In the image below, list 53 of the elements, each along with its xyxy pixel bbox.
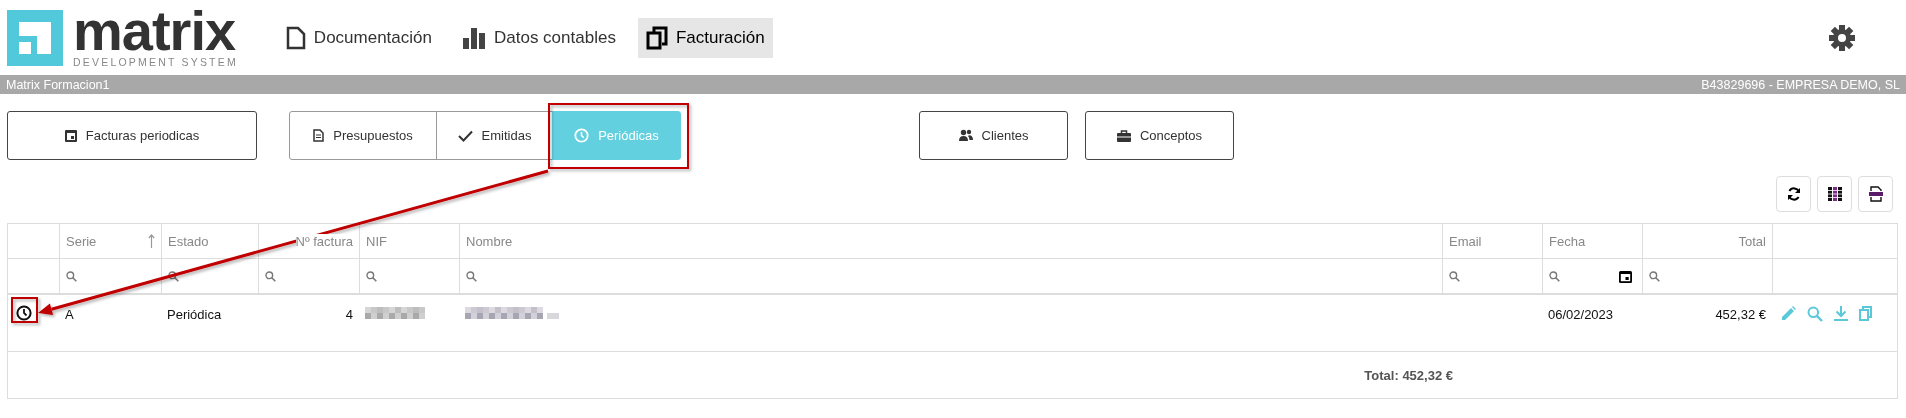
periodic-invoices-button[interactable]: Facturas periodicas (7, 111, 257, 160)
download-icon[interactable] (1834, 306, 1848, 321)
refresh-icon (1786, 187, 1801, 201)
company-name: B43829696 - EMPRESA DEMO, SL (1701, 77, 1900, 92)
grand-total: Total: 452,32 € (1364, 367, 1453, 383)
calendar-icon[interactable] (1619, 269, 1632, 283)
columns-button[interactable] (1817, 176, 1852, 212)
document-icon (313, 129, 325, 142)
search-icon (168, 270, 179, 282)
columns-icon (1827, 187, 1842, 201)
spreadsheet-file-icon (1867, 186, 1884, 202)
table-cell: 4 (345, 307, 353, 322)
table-cell: 06/02/2023 (1548, 307, 1614, 322)
nav-tab[interactable]: Datos contables (454, 17, 624, 58)
table-cell: 452,32 € (1715, 307, 1766, 322)
clients-button[interactable]: Clientes (919, 111, 1068, 160)
excel-export-button[interactable] (1858, 176, 1893, 212)
highlight-frame (11, 297, 38, 323)
clock-icon (574, 128, 590, 143)
search-icon[interactable] (1807, 306, 1823, 322)
pixelated-text-drawing (365, 307, 425, 319)
logo-tagline: DEVELOPMENT SYSTEM (73, 56, 238, 68)
search-icon (66, 270, 77, 282)
bar-chart-icon (462, 25, 486, 50)
nav-tab[interactable]: Facturación (637, 17, 773, 58)
search-icon (265, 270, 276, 282)
logo-icon (7, 9, 63, 66)
document-icon (285, 25, 306, 50)
table-cell: A (65, 307, 74, 322)
segment-tab[interactable]: Emitidas (436, 111, 553, 160)
search-icon (466, 270, 477, 282)
copy-icon (645, 25, 668, 50)
search-icon (1549, 270, 1560, 282)
segment-tab[interactable]: Presupuestos (289, 111, 437, 160)
clock-icon (16, 305, 32, 321)
settings-icon[interactable] (1829, 24, 1855, 51)
logo-wordmark: matrix (73, 7, 237, 54)
users-icon (958, 129, 973, 142)
nav-tab[interactable]: Documentación (277, 17, 440, 58)
user-name: Matrix Formacion1 (6, 77, 110, 92)
briefcase-icon (1116, 129, 1131, 142)
check-icon (457, 129, 473, 142)
search-icon (1449, 270, 1460, 282)
search-icon (366, 270, 377, 282)
refresh-button[interactable] (1776, 176, 1811, 212)
calendar-icon (64, 129, 77, 142)
sort-arrow-icon[interactable] (148, 234, 155, 248)
copy-icon[interactable] (1859, 306, 1872, 321)
concepts-button[interactable]: Conceptos (1085, 111, 1234, 160)
pencil-icon[interactable] (1782, 306, 1796, 320)
column-header[interactable]: Nº factura (295, 233, 353, 249)
search-icon (1649, 270, 1660, 282)
table-cell: Periódica (167, 307, 222, 322)
